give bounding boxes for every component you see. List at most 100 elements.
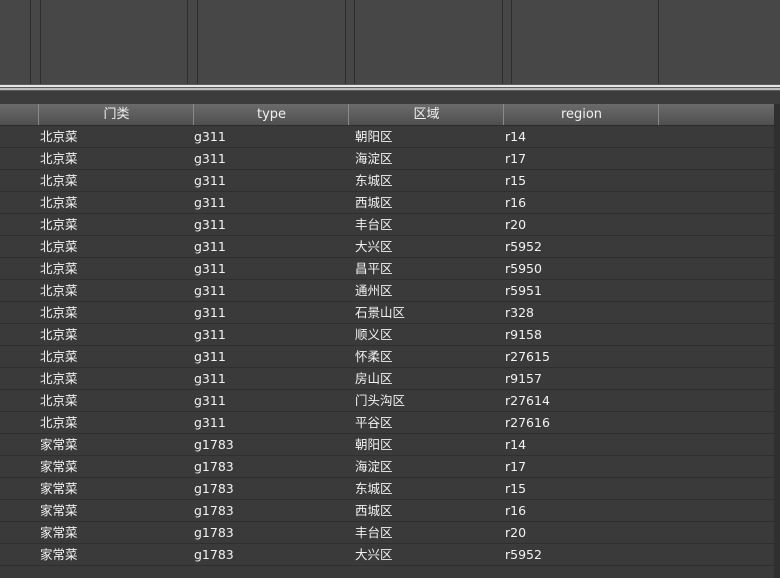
cell-type: g1783	[194, 481, 234, 496]
cell-region: r27615	[505, 349, 550, 364]
cell-region: r5952	[505, 239, 542, 254]
cell-area: 东城区	[355, 481, 393, 496]
table-row[interactable]: 北京菜 g311 通州区 r5951	[0, 280, 780, 302]
table-row[interactable]: 北京菜 g311 怀柔区 r27615	[0, 346, 780, 368]
table-row[interactable]: 家常菜 g1783 西城区 r16	[0, 500, 780, 522]
cell-area: 西城区	[355, 503, 393, 518]
cell-type: g1783	[194, 525, 234, 540]
table-row[interactable]: 家常菜 g1783 海淀区 r17	[0, 456, 780, 478]
cell-category: 家常菜	[40, 547, 78, 562]
column-header-area[interactable]: 区域	[348, 104, 504, 125]
table-row[interactable]: 北京菜 g311 昌平区 r5950	[0, 258, 780, 280]
table-row[interactable]: 北京菜 g311 朝阳区 r14	[0, 126, 780, 148]
cell-area: 西城区	[355, 195, 393, 210]
cell-category: 家常菜	[40, 525, 78, 540]
top-empty-pane	[0, 0, 780, 84]
cell-region: r5951	[505, 283, 542, 298]
table-row[interactable]: 北京菜 g311 大兴区 r5952	[0, 236, 780, 258]
cell-region: r17	[505, 151, 527, 166]
cell-region: r20	[505, 525, 527, 540]
cell-region: r20	[505, 217, 527, 232]
cell-type: g311	[194, 415, 226, 430]
cell-area: 海淀区	[355, 151, 393, 166]
cell-type: g311	[194, 371, 226, 386]
cell-type: g311	[194, 239, 226, 254]
cell-category: 北京菜	[40, 151, 78, 166]
column-divider	[40, 0, 41, 84]
cell-region: r14	[505, 129, 527, 144]
cell-category: 北京菜	[40, 415, 78, 430]
cell-type: g1783	[194, 503, 234, 518]
cell-type: g311	[194, 129, 226, 144]
cell-category: 家常菜	[40, 481, 78, 496]
table-row[interactable]: 北京菜 g311 西城区 r16	[0, 192, 780, 214]
table-row[interactable]: 北京菜 g311 房山区 r9157	[0, 368, 780, 390]
table-row[interactable]: 家常菜 g1783 东城区 r15	[0, 478, 780, 500]
table-row[interactable]: 北京菜 g311 东城区 r15	[0, 170, 780, 192]
table-row[interactable]: 北京菜 g311 海淀区 r17	[0, 148, 780, 170]
cell-category: 北京菜	[40, 283, 78, 298]
table-row[interactable]: 北京菜 g311 平谷区 r27616	[0, 412, 780, 434]
cell-category: 家常菜	[40, 503, 78, 518]
cell-region: r15	[505, 481, 527, 496]
cell-area: 丰台区	[355, 217, 393, 232]
cell-category: 北京菜	[40, 129, 78, 144]
table-row[interactable]: 北京菜 g311 丰台区 r20	[0, 214, 780, 236]
column-divider	[30, 0, 31, 84]
gap-strip	[0, 91, 780, 104]
cell-category: 北京菜	[40, 239, 78, 254]
scrollbar-track[interactable]	[774, 104, 780, 578]
cell-area: 大兴区	[355, 239, 393, 254]
table-row[interactable]: 北京菜 g311 石景山区 r328	[0, 302, 780, 324]
table-row[interactable]: 家常菜 g1783 丰台区 r20	[0, 522, 780, 544]
table-row[interactable]: 家常菜 g1783 朝阳区 r14	[0, 434, 780, 456]
cell-area: 朝阳区	[355, 437, 393, 452]
cell-type: g311	[194, 261, 226, 276]
cell-region: r27614	[505, 393, 550, 408]
table-row[interactable]: 北京菜 g311 顺义区 r9158	[0, 324, 780, 346]
cell-type: g311	[194, 217, 226, 232]
cell-category: 北京菜	[40, 305, 78, 320]
column-divider	[511, 0, 512, 84]
cell-area: 大兴区	[355, 547, 393, 562]
column-header-region[interactable]: region	[503, 104, 659, 125]
cell-region: r27616	[505, 415, 550, 430]
cell-region: r15	[505, 173, 527, 188]
cell-category: 北京菜	[40, 217, 78, 232]
cell-region: r16	[505, 195, 527, 210]
cell-area: 顺义区	[355, 327, 393, 342]
cell-region: r14	[505, 437, 527, 452]
table-row[interactable]: 家常菜 g1783 大兴区 r5952	[0, 544, 780, 566]
cell-type: g311	[194, 283, 226, 298]
cell-type: g311	[194, 327, 226, 342]
cell-area: 朝阳区	[355, 129, 393, 144]
cell-region: r9157	[505, 371, 542, 386]
cell-category: 北京菜	[40, 393, 78, 408]
cell-type: g311	[194, 173, 226, 188]
cell-type: g1783	[194, 547, 234, 562]
cell-area: 东城区	[355, 173, 393, 188]
column-header-category[interactable]: 门类	[38, 104, 194, 125]
cell-area: 海淀区	[355, 459, 393, 474]
cell-category: 北京菜	[40, 195, 78, 210]
cell-category: 北京菜	[40, 327, 78, 342]
column-divider	[345, 0, 346, 84]
table-row[interactable]: 北京菜 g311 门头沟区 r27614	[0, 390, 780, 412]
table-header: 门类 type 区域 region	[0, 104, 780, 126]
pane-splitter[interactable]	[0, 84, 780, 91]
cell-area: 昌平区	[355, 261, 393, 276]
column-divider	[354, 0, 355, 84]
cell-region: r9158	[505, 327, 542, 342]
cell-type: g311	[194, 151, 226, 166]
cell-category: 北京菜	[40, 349, 78, 364]
cell-type: g311	[194, 393, 226, 408]
cell-type: g1783	[194, 437, 234, 452]
cell-area: 平谷区	[355, 415, 393, 430]
column-header-type[interactable]: type	[193, 104, 349, 125]
cell-region: r5950	[505, 261, 542, 276]
cell-type: g311	[194, 195, 226, 210]
column-divider	[187, 0, 188, 84]
column-header-empty	[658, 104, 774, 125]
cell-category: 北京菜	[40, 261, 78, 276]
cell-category: 北京菜	[40, 371, 78, 386]
